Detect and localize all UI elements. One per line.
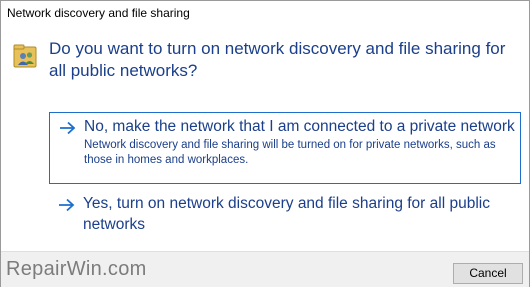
title-bar[interactable]: Network discovery and file sharing <box>1 1 529 29</box>
watermark: RepairWin.com <box>6 258 147 280</box>
option-public-networks[interactable]: Yes, turn on network discovery and file … <box>49 190 521 240</box>
option-private-description: Network discovery and file sharing will … <box>84 139 496 166</box>
network-discovery-dialog: Network discovery and file sharing Do yo… <box>0 0 530 287</box>
option-private-label: No, make the network that I am connected… <box>84 118 515 135</box>
question-text: Do you want to turn on network discovery… <box>49 39 506 80</box>
arrow-right-icon <box>60 121 76 135</box>
window-title: Network discovery and file sharing <box>7 6 190 20</box>
option-public-label: Yes, turn on network discovery and file … <box>83 195 490 233</box>
cancel-button[interactable]: Cancel <box>453 263 523 284</box>
network-users-icon <box>13 44 37 68</box>
arrow-right-icon <box>59 198 75 212</box>
dialog-footer: RepairWin.com <box>1 251 529 287</box>
option-private-network[interactable]: No, make the network that I am connected… <box>49 112 521 184</box>
